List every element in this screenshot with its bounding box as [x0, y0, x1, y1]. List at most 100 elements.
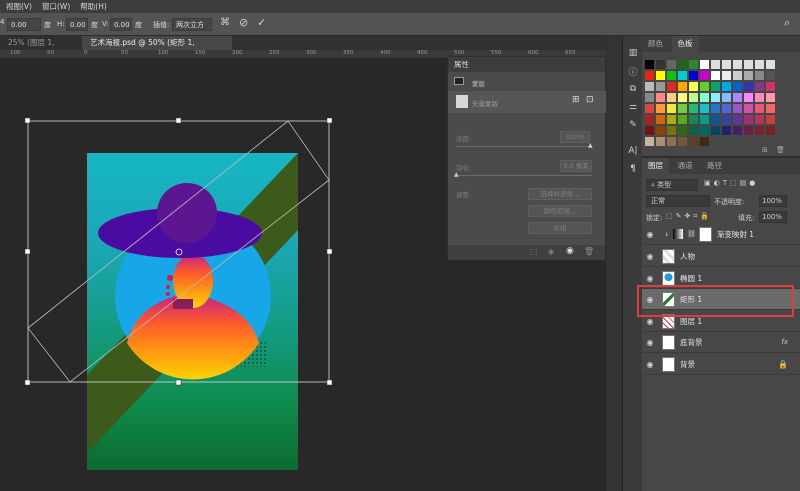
brush-icon[interactable]: ✎	[623, 116, 643, 134]
options-bar: 4 0.00 度 H: 0.00 度 V: 0.00 度 插值: 两次立方 ⌘ …	[0, 13, 800, 36]
layer-filter-select[interactable]: ⌕ 类型	[646, 179, 698, 191]
feather-slider[interactable]	[456, 175, 592, 176]
rotated-rectangle-outline	[27, 120, 330, 383]
layer-row-background[interactable]: ◉ 背景 🔒	[642, 354, 800, 375]
character-icon[interactable]: A|	[623, 142, 643, 160]
tab-art-poster[interactable]: 艺术海报.psd @ 50% (矩形 1, RGB/8#) *	[82, 36, 232, 61]
add-pixel-mask-icon[interactable]: ⊞	[572, 95, 580, 105]
adjustments-icon[interactable]: ⚌	[623, 98, 643, 116]
panel-divider	[606, 36, 622, 491]
info-icon[interactable]: ⓘ	[623, 62, 643, 80]
swatch-row-6	[645, 115, 775, 124]
properties-panel: 属性 蒙版 矢量蒙版 ⊞ ⊡ 浓度: 100% ▲ 羽化: 0.0 像素 ▲ 调…	[447, 56, 607, 261]
rotate-x-field[interactable]: 0.00	[7, 18, 41, 31]
layer-name: 人物	[680, 251, 695, 261]
warp-icon[interactable]: ⌘	[220, 17, 230, 28]
opacity-label: 不透明度:	[714, 198, 745, 206]
eye-icon[interactable]: ◉	[642, 317, 658, 326]
density-slider-thumb[interactable]: ▲	[588, 142, 593, 149]
layer-name: 背景	[680, 359, 695, 369]
layer-row-gradient-map[interactable]: ◉ ↓ ⛓ 渐变映射 1	[642, 224, 800, 245]
feather-slider-thumb[interactable]: ▲	[454, 171, 459, 178]
select-and-mask-button[interactable]: 选择并遮住...	[528, 188, 592, 200]
layers-panel: 图层 通道 路径 ⌕ 类型 ▣◐T⬚▤● 正常 不透明度: 100% 锁定: ⬚…	[642, 156, 800, 491]
interpolation-select[interactable]: 两次立方	[172, 18, 212, 31]
transform-bounding-box	[27, 120, 330, 383]
vector-mask-row[interactable]: 矢量蒙版 ⊞ ⊡	[448, 91, 607, 113]
load-selection-icon[interactable]: ⬚	[530, 247, 538, 256]
layer-name: 底背景	[680, 337, 703, 347]
swatches-panel: 颜色 色板 ⊞ 🗑	[642, 36, 800, 156]
swatch-row-3	[645, 82, 775, 91]
adjustment-icon	[673, 229, 684, 239]
swatch-row-5	[645, 104, 775, 113]
tab-color[interactable]: 颜色	[642, 36, 669, 52]
eye-icon[interactable]: ◉	[642, 338, 658, 347]
ruler-tick-label: 250	[269, 50, 280, 56]
commit-icon[interactable]: ✓	[257, 16, 266, 29]
menu-window[interactable]: 窗口(W)	[42, 1, 70, 12]
new-swatch-icon[interactable]: ⊞	[762, 146, 768, 154]
lock-icon: 🔒	[778, 359, 788, 369]
fx-icon[interactable]: fx	[781, 338, 788, 346]
apply-mask-icon[interactable]: ◈	[548, 247, 554, 256]
degree-label-1: 度	[44, 21, 51, 29]
density-field[interactable]: 100%	[560, 131, 590, 143]
tab-paths[interactable]: 路径	[701, 158, 728, 174]
swatch-row-1	[645, 60, 775, 69]
ruler-tick-label: 0	[84, 50, 88, 56]
ruler-tick-label: 100	[10, 50, 21, 56]
mask-icon	[454, 77, 464, 85]
history-icon[interactable]: ▥	[623, 44, 643, 62]
layer-row-person[interactable]: ◉ 人物	[642, 246, 800, 267]
vector-mask-thumbnail	[456, 95, 468, 108]
layer-name: 椭圆 1	[680, 273, 703, 283]
clone-source-icon[interactable]: ⧉	[623, 80, 643, 98]
paragraph-icon[interactable]: ¶	[623, 160, 643, 178]
cancel-icon[interactable]: ⊘	[239, 16, 248, 29]
link-icon: ⛓	[687, 230, 696, 238]
swatch-row-7	[645, 126, 775, 135]
eye-icon[interactable]: ◉	[642, 230, 658, 239]
tab-channels[interactable]: 通道	[672, 158, 699, 174]
feather-field[interactable]: 0.0 像素	[560, 160, 592, 172]
eye-icon[interactable]: ◉	[566, 246, 574, 256]
color-range-button[interactable]: 颜色范围...	[528, 205, 592, 217]
layer-filter-value: 类型	[657, 181, 672, 189]
layer-row-base-bg[interactable]: ◉ 底背景 fx	[642, 332, 800, 353]
ruler-tick-label: 400	[380, 50, 391, 56]
layer-name: 图层 1	[680, 316, 703, 326]
add-vector-mask-icon[interactable]: ⊡	[586, 95, 594, 105]
fill-field[interactable]: 100%	[759, 211, 787, 223]
tab-swatches[interactable]: 色板	[671, 36, 699, 52]
lock-label: 锁定:	[646, 214, 663, 222]
blend-mode-select[interactable]: 正常	[646, 195, 710, 207]
trash-icon[interactable]: 🗑	[776, 146, 785, 154]
layer-filter-icons[interactable]: ▣◐T⬚▤●	[704, 179, 758, 187]
menu-view[interactable]: 视图(V)	[6, 1, 32, 12]
properties-title: 属性	[448, 57, 605, 72]
eye-icon[interactable]: ◉	[642, 252, 658, 261]
ruler-tick-label: 350	[343, 50, 354, 56]
trash-icon[interactable]: 🗑	[584, 247, 594, 256]
tab-layer1[interactable]: 25% (图层 1, RGB/8#)	[0, 36, 80, 61]
eye-icon[interactable]: ◉	[642, 360, 658, 369]
panel-icon-strip: ▥ ⓘ ⧉ ⚌ ✎ A| ¶	[622, 36, 642, 491]
invert-button[interactable]: 反相	[528, 222, 592, 234]
search-icon[interactable]: ⌕	[784, 16, 790, 30]
lock-icons[interactable]: ⬚✎✥⌗🔒	[666, 212, 712, 221]
density-slider[interactable]	[456, 146, 592, 147]
ruler-tick-label: 100	[158, 50, 169, 56]
eye-icon[interactable]: ◉	[642, 274, 658, 283]
layer-thumbnail	[662, 270, 675, 286]
x-label-partial: 4	[0, 18, 5, 26]
menu-help[interactable]: 帮助(H)	[80, 1, 107, 12]
opacity-field[interactable]: 100%	[759, 195, 787, 207]
vector-mask-label: 矢量蒙版	[472, 100, 498, 108]
v-skew-field[interactable]: 0.00	[110, 18, 132, 31]
tab-layers[interactable]: 图层	[642, 158, 669, 174]
interpolation-label: 插值:	[153, 21, 170, 29]
ruler-tick-label: 300	[306, 50, 317, 56]
h-skew-field[interactable]: 0.00	[66, 18, 88, 31]
layer-mask-thumbnail	[698, 226, 712, 242]
